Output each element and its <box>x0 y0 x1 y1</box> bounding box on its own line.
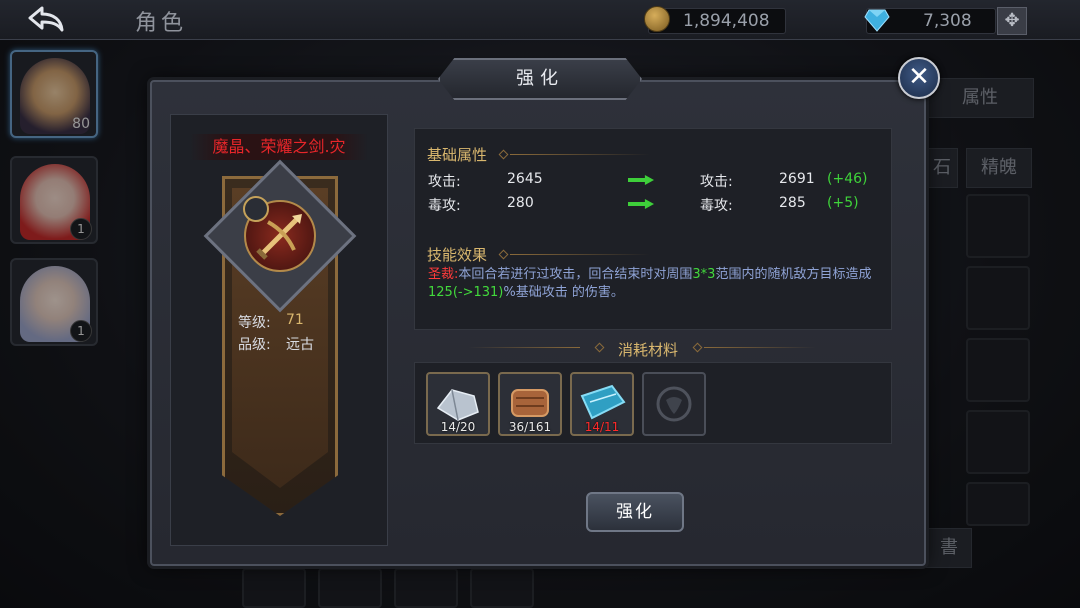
skill-name: 圣裁: <box>428 267 459 282</box>
poison-new-label: 毒攻: <box>700 198 733 214</box>
attack-current: 2645 <box>507 171 543 187</box>
skill-text-2: 范围内的随机敌方目标造成 <box>715 267 872 282</box>
poison-delta: (+5) <box>827 195 859 211</box>
poison-current: 280 <box>507 195 534 211</box>
grade-value: 远古 <box>286 337 314 353</box>
back-arrow-icon[interactable] <box>18 4 74 34</box>
skill-effect-title: 技能效果 <box>427 246 488 264</box>
materials-divider-right <box>704 347 816 348</box>
grade-label: 品级: <box>238 337 271 353</box>
level-value: 71 <box>286 312 304 328</box>
skill-text-1: 本回合若进行过攻击，回合结束时对周围 <box>458 267 693 282</box>
plus-icon[interactable]: ✥ <box>997 7 1027 35</box>
empty-slot-svg <box>656 386 692 422</box>
page-title: 角色 <box>135 11 188 36</box>
materials-title: 消耗材料 <box>617 341 678 359</box>
attack-label: 攻击: <box>428 174 461 190</box>
gem-icon <box>864 9 890 32</box>
close-icon[interactable]: ✕ <box>898 57 940 99</box>
skill-text-3: %基础攻击 的伤害。 <box>503 285 624 300</box>
skill-highlight-2: 125(->131) <box>428 285 504 300</box>
skill-description: 圣裁:本回合若进行过攻击，回合结束时对周围3*3范围内的随机敌方目标造成 125… <box>428 266 878 302</box>
level-label: 等级: <box>238 315 271 331</box>
material-count: 14/20 <box>440 420 476 434</box>
materials-divider-left <box>468 347 580 348</box>
material-count-short: 14/11 <box>584 420 620 434</box>
gold-coin-icon <box>644 6 670 32</box>
item-name: 魔晶、荣耀之剑.灾 <box>190 134 368 160</box>
base-attr-title: 基础属性 <box>427 146 488 164</box>
material-count: 36/161 <box>508 420 552 434</box>
poison-label: 毒攻: <box>428 198 461 214</box>
game-screen: 角色 1,894,408 7,308 ✥ 80 1 1 属性 石 精魄 書 强化… <box>0 0 1080 608</box>
skill-highlight-1: 3*3 <box>692 267 716 282</box>
title-divider <box>510 254 650 255</box>
enhance-button[interactable]: 强化 <box>586 492 684 532</box>
attack-delta: (+46) <box>827 171 868 187</box>
attack-new-label: 攻击: <box>700 174 733 190</box>
empty-slot-emblem-icon[interactable] <box>642 372 706 436</box>
weapon-type-badge-icon <box>243 196 269 222</box>
top-bar: 角色 1,894,408 7,308 ✥ <box>0 0 1080 40</box>
poison-new: 285 <box>779 195 806 211</box>
title-divider <box>510 154 650 155</box>
dialog-title: 强化 <box>516 68 564 89</box>
back-arrow-svg <box>28 6 64 32</box>
attack-new: 2691 <box>779 171 815 187</box>
